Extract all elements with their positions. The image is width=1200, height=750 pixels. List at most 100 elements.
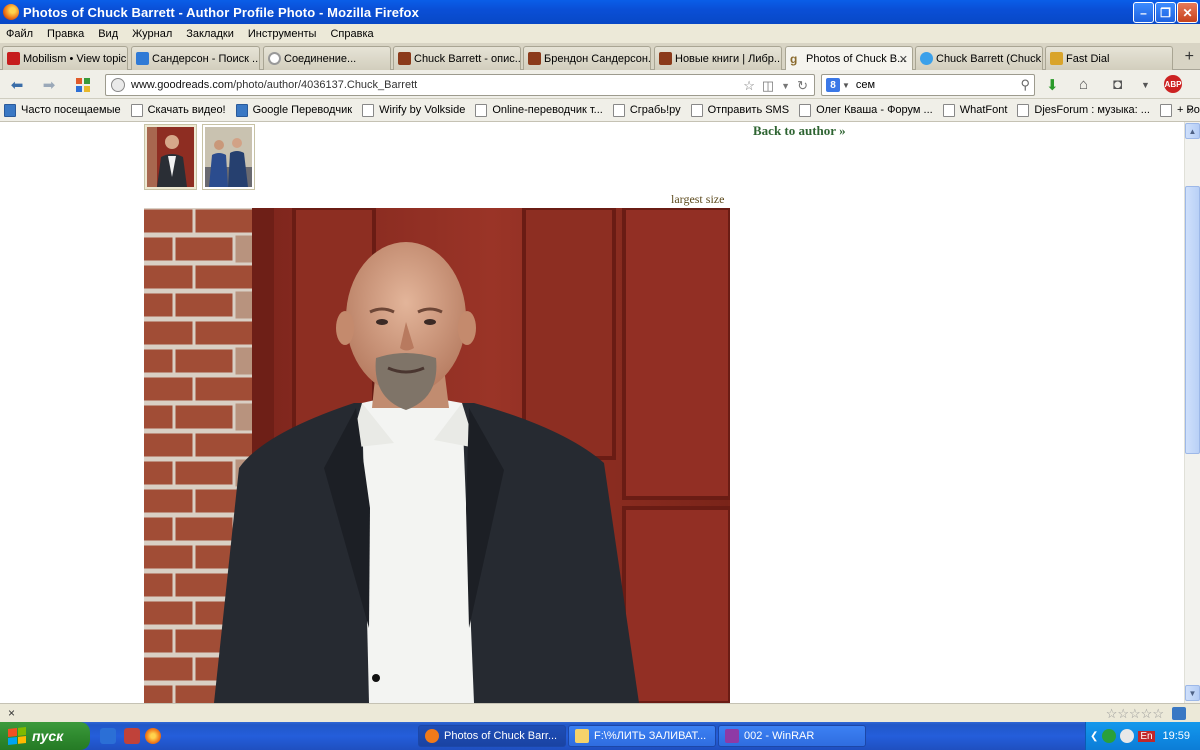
task-label: Photos of Chuck Barr...: [444, 730, 558, 742]
quicklaunch-firefox-icon[interactable]: [145, 728, 161, 744]
bookmark-star-icon[interactable]: ☆: [743, 78, 755, 94]
pocket-icon[interactable]: ◫: [762, 78, 774, 94]
menu-dropdown-icon[interactable]: ▼: [1141, 80, 1150, 90]
site-identity-icon[interactable]: [111, 78, 125, 92]
book-icon: [528, 52, 541, 65]
bookmark-item[interactable]: Wirify by Volkside: [362, 103, 465, 117]
url-bar-icons: ☆ ◫ ▼ ↻: [743, 78, 808, 94]
bookmark-item[interactable]: Олег Кваша - Форум ...: [799, 103, 933, 117]
rating-stars-icon[interactable]: ☆☆☆☆☆: [1106, 706, 1164, 722]
menu-history[interactable]: Журнал: [132, 28, 172, 40]
close-button[interactable]: ✕: [1177, 2, 1198, 23]
book-icon: [659, 52, 672, 65]
scrollbar-thumb[interactable]: [1185, 186, 1200, 454]
tab-chuck-barrett[interactable]: Chuck Barrett - опис...: [393, 46, 521, 70]
window-controls: – ❐ ✕: [1133, 2, 1198, 23]
tray-expand-icon[interactable]: ❮: [1090, 731, 1098, 742]
tab-photos-chuck[interactable]: g Photos of Chuck B... ✕: [785, 46, 913, 71]
tab-connecting[interactable]: Соединение...: [263, 46, 391, 70]
language-indicator[interactable]: En: [1138, 730, 1155, 742]
addon-bar-close-icon[interactable]: ×: [8, 706, 15, 720]
addon-icon[interactable]: [1172, 707, 1186, 720]
folder-icon: [4, 103, 16, 117]
thumbnail-photo-1[interactable]: [144, 124, 197, 190]
tab-label: Chuck Barrett - опис...: [414, 52, 521, 65]
url-bar[interactable]: www.goodreads.com/photo/author/4036137.C…: [105, 74, 815, 96]
start-button[interactable]: пуск: [0, 722, 90, 750]
page-icon: [942, 103, 955, 117]
addon-bar: × ☆☆☆☆☆: [0, 703, 1200, 722]
task-winrar[interactable]: 002 - WinRAR: [718, 725, 866, 747]
bookmark-item[interactable]: Сграбь!ру: [612, 103, 681, 117]
url-text[interactable]: www.goodreads.com/photo/author/4036137.C…: [131, 79, 417, 91]
task-firefox[interactable]: Photos of Chuck Barr...: [418, 725, 566, 747]
quicklaunch-desktop-icon[interactable]: [100, 728, 116, 744]
home-icon[interactable]: ⌂: [1079, 76, 1088, 93]
new-tab-button[interactable]: +: [1185, 48, 1194, 66]
translate-icon: [235, 103, 248, 117]
fastdial-icon: [1050, 52, 1063, 65]
largest-size-link[interactable]: largest size: [671, 192, 724, 207]
clock[interactable]: 19:59: [1162, 730, 1190, 742]
search-icon[interactable]: ⚲: [1020, 77, 1030, 93]
bookmarks-overflow-icon[interactable]: »: [1187, 103, 1194, 117]
search-engine-dropdown-icon[interactable]: ▼: [842, 81, 850, 90]
thumbnail-photo-2[interactable]: [202, 124, 255, 190]
back-to-author-link[interactable]: Back to author »: [753, 123, 846, 139]
menu-tools[interactable]: Инструменты: [248, 28, 317, 40]
tab-new-books[interactable]: Новые книги | Либр...: [654, 46, 782, 70]
menu-file[interactable]: Файл: [6, 28, 33, 40]
tab-label: Chuck Barrett (Chuck...: [936, 52, 1043, 65]
tab-mobilism[interactable]: Mobilism • View topic ...: [2, 46, 128, 70]
task-explorer-folder[interactable]: F:\%ЛИТЬ ЗАЛИВАТ...: [568, 725, 716, 747]
scroll-down-arrow-icon[interactable]: ▼: [1185, 685, 1200, 701]
apps-grid-icon[interactable]: [74, 76, 92, 94]
reload-icon[interactable]: ↻: [797, 78, 808, 94]
window-title: Photos of Chuck Barrett - Author Profile…: [23, 4, 419, 20]
page-icon: [130, 103, 143, 117]
menu-bookmarks[interactable]: Закладки: [186, 28, 234, 40]
bookmark-google-translate[interactable]: Google Переводчик: [235, 103, 352, 117]
firefox-icon: [425, 729, 439, 743]
tab-label: Соединение...: [284, 52, 357, 65]
tab-fast-dial[interactable]: Fast Dial: [1045, 46, 1173, 70]
tab-strip: Mobilism • View topic ... Сандерсон - По…: [0, 43, 1200, 71]
bookmark-most-visited[interactable]: Часто посещаемые: [4, 103, 121, 117]
back-button[interactable]: ⬅: [8, 76, 26, 94]
menu-edit[interactable]: Правка: [47, 28, 84, 40]
bookmark-item[interactable]: Скачать видео!: [130, 103, 226, 117]
download-icon[interactable]: ⬇: [1046, 76, 1059, 94]
adblock-icon[interactable]: ABP: [1164, 75, 1182, 93]
task-label: 002 - WinRAR: [744, 730, 815, 742]
search-bar[interactable]: 8 ▼ сем ⚲: [821, 74, 1035, 96]
page-scrollbar[interactable]: ▲ ▼: [1184, 122, 1200, 703]
dropdown-arrow-icon[interactable]: ▼: [781, 78, 790, 94]
scroll-up-arrow-icon[interactable]: ▲: [1185, 123, 1200, 139]
tab-twitter[interactable]: Chuck Barrett (Chuck...: [915, 46, 1043, 70]
thumbnail-image: [205, 127, 252, 187]
system-tray: ❮ En 19:59: [1085, 722, 1200, 750]
pocket-toolbar-icon[interactable]: ◘: [1113, 76, 1122, 93]
window-titlebar[interactable]: Photos of Chuck Barrett - Author Profile…: [0, 0, 1200, 24]
search-input[interactable]: сем: [856, 79, 875, 91]
menu-view[interactable]: Вид: [98, 28, 118, 40]
task-label: F:\%ЛИТЬ ЗАЛИВАТ...: [594, 730, 707, 742]
restore-button[interactable]: ❐: [1155, 2, 1176, 23]
tab-brandon-sanderson[interactable]: Брендон Сандерсон...: [523, 46, 651, 70]
windows-taskbar: пуск Photos of Chuck Barr... F:\%ЛИТЬ ЗА…: [0, 722, 1200, 750]
page-icon: [612, 103, 625, 117]
bookmark-item[interactable]: Отправить SMS: [690, 103, 789, 117]
bookmark-item[interactable]: Online-переводчик т...: [475, 103, 603, 117]
tray-volume-icon[interactable]: [1120, 729, 1135, 743]
tab-close-icon[interactable]: ✕: [899, 53, 908, 66]
tab-sanderson-search[interactable]: Сандерсон - Поиск ...: [131, 46, 260, 70]
minimize-button[interactable]: –: [1133, 2, 1154, 23]
tray-network-icon[interactable]: [1102, 729, 1117, 743]
bookmark-item[interactable]: WhatFont: [942, 103, 1007, 117]
forward-button[interactable]: ➡: [40, 76, 58, 94]
author-photo: [144, 208, 730, 703]
menu-help[interactable]: Справка: [330, 28, 373, 40]
search-engine-icon[interactable]: 8: [826, 78, 840, 92]
bookmark-item[interactable]: DjesForum : музыка: ...: [1017, 103, 1150, 117]
quicklaunch-app-icon[interactable]: [124, 728, 140, 744]
